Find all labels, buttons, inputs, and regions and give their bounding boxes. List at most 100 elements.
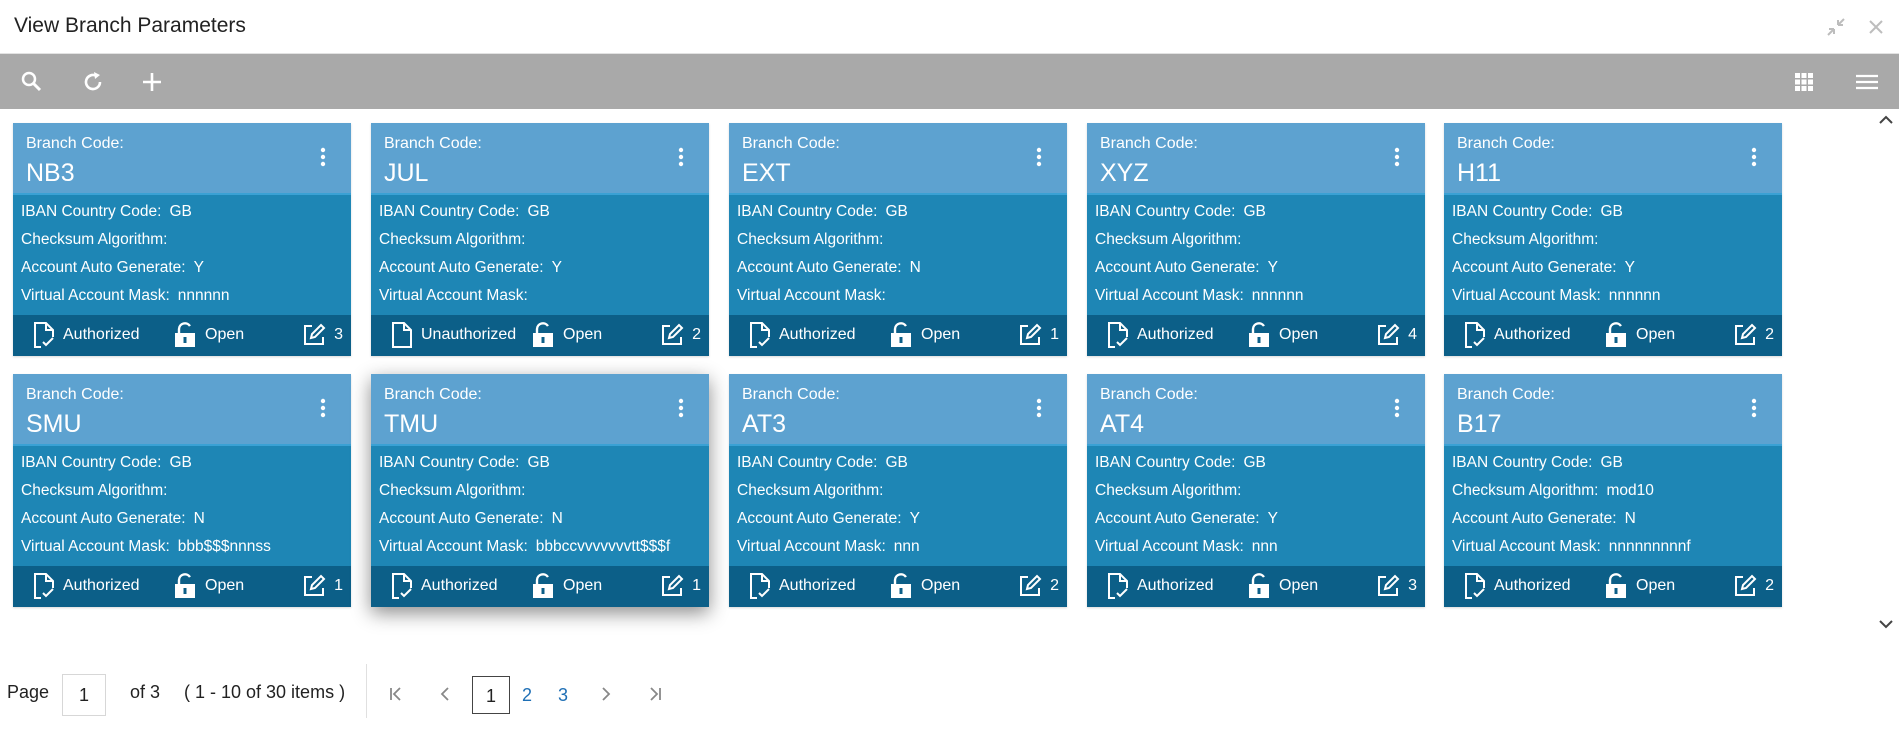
field-label: Account Auto Generate: [737,510,902,527]
edit-button[interactable]: 3 [302,319,343,351]
more-options-icon[interactable] [1748,145,1760,169]
edit-button[interactable]: 1 [302,570,343,602]
edit-button[interactable]: 1 [1018,319,1059,351]
card-footer: Authorized Open 3 [13,315,351,356]
card-body: IBAN Country Code: GB Checksum Algorithm: A… [13,448,351,566]
checksum-algorithm-field: Checksum Algorithm: [1095,482,1249,500]
branch-card[interactable]: Branch Code: XYZ IBAN Country Code: GB Check… [1087,123,1425,356]
branch-card[interactable]: Branch Code: TMU IBAN Country Code: GB Check… [371,374,709,607]
page-input[interactable]: 1 [62,674,106,716]
iban-country-code-field: IBAN Country Code: GB [737,203,908,221]
account-auto-generate-field: Account Auto Generate: Y [1095,510,1278,528]
field-value: Y [551,259,562,276]
more-options-icon[interactable] [1033,396,1045,420]
search-icon[interactable] [16,66,48,98]
last-page-icon[interactable] [644,683,666,705]
more-options-icon[interactable] [675,396,687,420]
branch-card[interactable]: Branch Code: H11 IBAN Country Code: GB Check… [1444,123,1782,356]
card-body: IBAN Country Code: GB Checksum Algorithm: A… [729,448,1067,566]
field-label: Virtual Account Mask: [1452,287,1601,304]
previous-page-icon[interactable] [434,683,456,705]
field-label: Account Auto Generate: [1452,510,1617,527]
card-footer: Authorized Open 2 [1444,566,1782,607]
more-options-icon[interactable] [1748,396,1760,420]
edit-count: 3 [334,326,343,343]
branch-card[interactable]: Branch Code: EXT IBAN Country Code: GB Check… [729,123,1067,356]
branch-card[interactable]: Branch Code: AT3 IBAN Country Code: GB Check… [729,374,1067,607]
scroll-down-icon[interactable] [1877,615,1895,633]
branch-card[interactable]: Branch Code: NB3 IBAN Country Code: GB Check… [13,123,351,356]
edit-button[interactable]: 4 [1376,319,1417,351]
document-icon [1107,573,1137,599]
record-status: Open [173,570,244,602]
field-value: Y [1624,259,1635,276]
status-text: Authorized [421,577,498,594]
branch-card[interactable]: Branch Code: JUL IBAN Country Code: GB Check… [371,123,709,356]
field-label: Checksum Algorithm: [737,482,884,499]
page-number-3[interactable]: 3 [553,676,573,714]
branch-code-value: JUL [384,159,429,187]
edit-button[interactable]: 2 [660,319,701,351]
field-label: Account Auto Generate: [1095,510,1260,527]
record-status: Open [1247,319,1318,351]
more-options-icon[interactable] [1391,145,1403,169]
more-options-icon[interactable] [675,145,687,169]
edit-button[interactable]: 2 [1733,319,1774,351]
edit-count: 4 [1408,326,1417,343]
menu-icon[interactable] [1851,66,1883,98]
edit-icon [1376,323,1408,347]
branch-code-label: Branch Code: [742,386,840,403]
grid-icon[interactable] [1788,66,1820,98]
more-options-icon[interactable] [1391,396,1403,420]
refresh-icon[interactable] [77,66,109,98]
branch-code-label: Branch Code: [742,135,840,152]
edit-button[interactable]: 2 [1018,570,1059,602]
edit-button[interactable]: 3 [1376,570,1417,602]
card-body: IBAN Country Code: GB Checksum Algorithm: A… [13,197,351,315]
field-label: Checksum Algorithm: [21,231,168,248]
plus-icon[interactable] [136,66,168,98]
card-footer: Unauthorized Open 2 [371,315,709,356]
more-options-icon[interactable] [317,145,329,169]
close-icon[interactable] [1863,14,1889,40]
field-value: Y [193,259,204,276]
field-value: GB [1243,454,1266,471]
scroll-up-icon[interactable] [1877,111,1895,129]
branch-card[interactable]: Branch Code: AT4 IBAN Country Code: GB Check… [1087,374,1425,607]
record-status: Open [889,319,960,351]
page-number-2[interactable]: 2 [517,676,537,714]
branch-card[interactable]: Branch Code: SMU IBAN Country Code: GB Check… [13,374,351,607]
card-body: IBAN Country Code: GB Checksum Algorithm: m… [1444,448,1782,566]
edit-button[interactable]: 1 [660,570,701,602]
open-text: Open [563,577,603,594]
branch-code-label: Branch Code: [1457,386,1555,403]
vertical-scrollbar[interactable] [1872,109,1899,639]
field-value: nnnnnn [177,287,230,304]
iban-country-code-field: IBAN Country Code: GB [21,454,192,472]
more-options-icon[interactable] [1033,145,1045,169]
open-text: Open [921,577,961,594]
branch-card[interactable]: Branch Code: B17 IBAN Country Code: GB Check… [1444,374,1782,607]
card-footer: Authorized Open 3 [1087,566,1425,607]
card-header: Branch Code: H11 [1444,123,1782,195]
more-options-icon[interactable] [317,396,329,420]
next-page-icon[interactable] [595,683,617,705]
edit-button[interactable]: 2 [1733,570,1774,602]
branch-code-label: Branch Code: [26,135,124,152]
account-auto-generate-field: Account Auto Generate: Y [737,510,920,528]
account-auto-generate-field: Account Auto Generate: Y [1452,259,1635,277]
field-label: Checksum Algorithm: [379,231,526,248]
document-icon [1464,573,1494,599]
field-label: IBAN Country Code: [737,454,878,471]
field-label: Account Auto Generate: [21,510,186,527]
card-body: IBAN Country Code: GB Checksum Algorithm: A… [729,197,1067,315]
page-number-1[interactable]: 1 [472,676,510,714]
minimize-icon[interactable] [1823,14,1849,40]
field-label: Virtual Account Mask: [21,538,170,555]
field-value: GB [527,203,550,220]
unlock-icon [173,573,205,599]
first-page-icon[interactable] [385,683,407,705]
unlock-icon [531,573,563,599]
card-footer: Authorized Open 1 [371,566,709,607]
virtual-account-mask-field: Virtual Account Mask: nnnnnn [21,287,230,305]
